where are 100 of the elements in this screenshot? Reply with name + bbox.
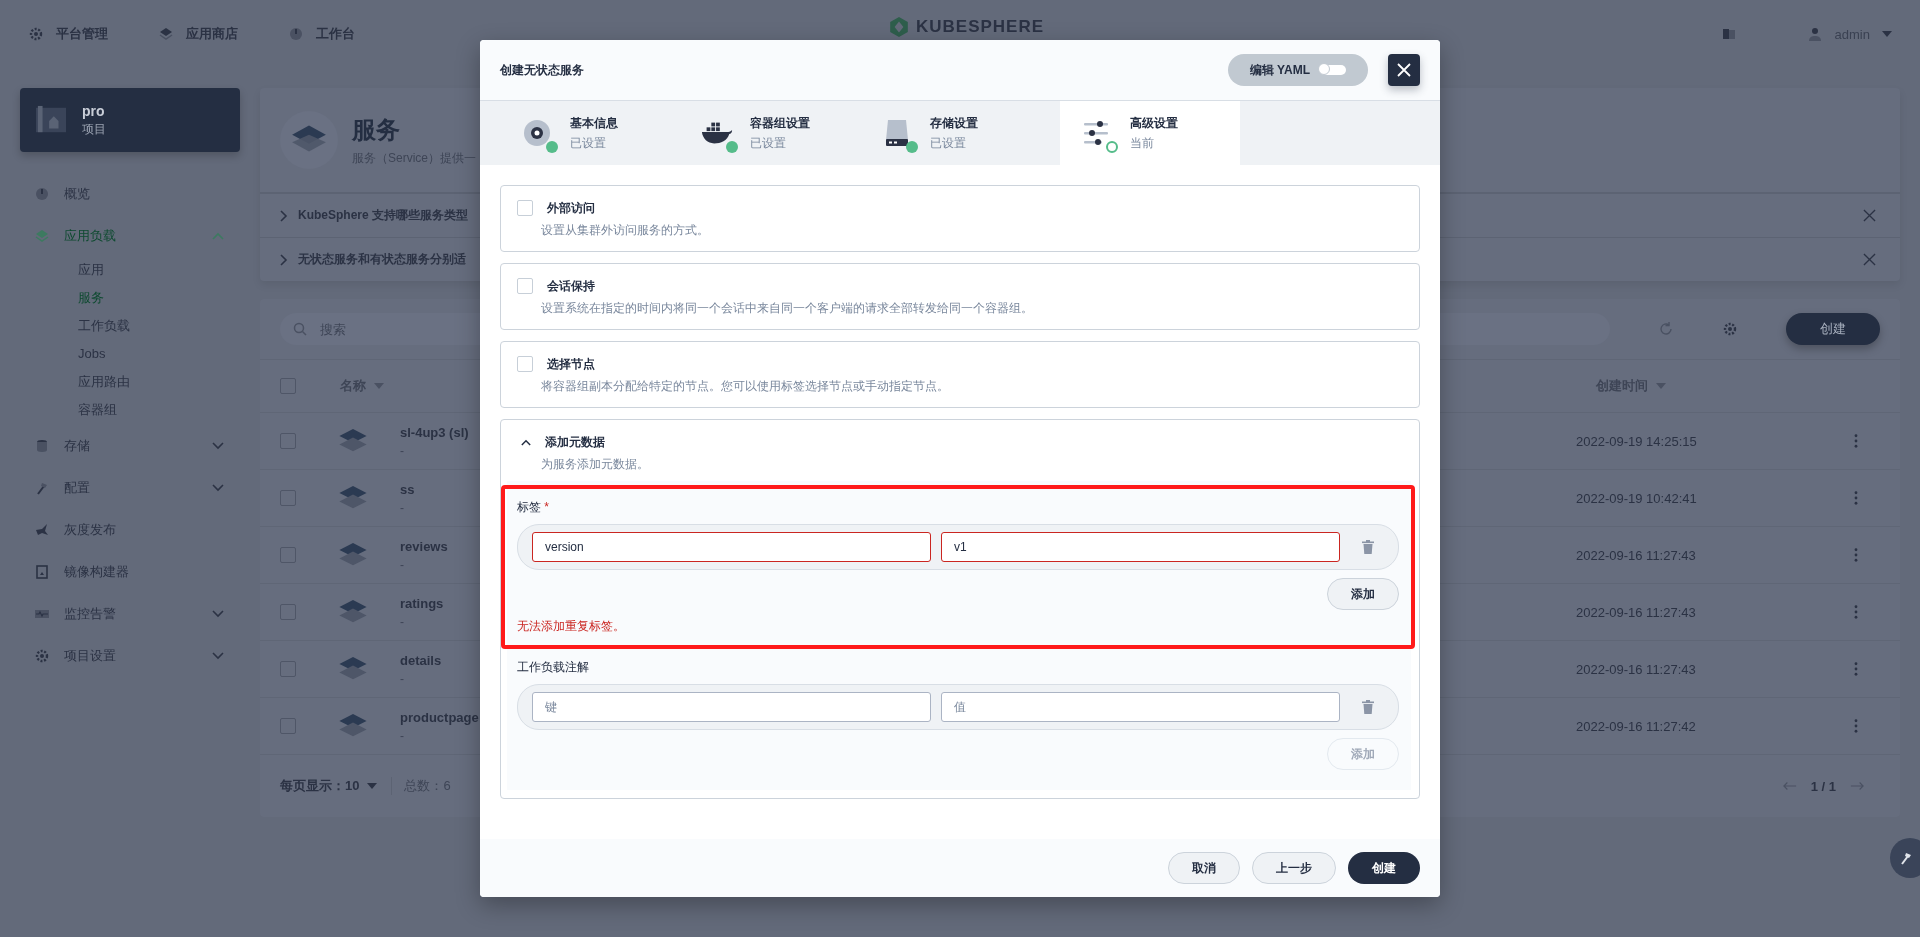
- option-title: 外部访问: [547, 199, 595, 217]
- delete-icon[interactable]: [1362, 700, 1374, 714]
- more-menu-icon[interactable]: [1854, 662, 1858, 676]
- submit-button[interactable]: 创建: [1348, 852, 1420, 884]
- table-cell-text: 2022-09-16 11:27:42: [1576, 718, 1697, 734]
- sidebar-item[interactable]: 应用负载: [20, 216, 240, 256]
- table-cell-text: 2022-09-16 11:27:43: [1576, 661, 1697, 677]
- page-title: 服务: [352, 114, 401, 145]
- more-menu-icon[interactable]: [1854, 434, 1858, 448]
- step-tab[interactable]: 存储设置 已设置: [880, 101, 1060, 165]
- step-title: 基本信息: [570, 114, 618, 132]
- error-message: 无法添加重复标签。: [517, 618, 626, 635]
- create-button[interactable]: 创建: [1786, 313, 1880, 345]
- service-description: -: [400, 671, 405, 686]
- service-description: -: [400, 614, 405, 629]
- chevron-down-icon: [212, 610, 224, 618]
- sidebar-subitem[interactable]: Jobs: [20, 340, 240, 368]
- top-nav-link[interactable]: 平台管理: [28, 25, 108, 43]
- option-checkbox[interactable]: [517, 200, 533, 216]
- value-field[interactable]: v1: [941, 532, 1340, 562]
- option-description: 设置从集群外访问服务的方式。: [540, 222, 710, 239]
- service-name[interactable]: sl-4up3 (sl): [400, 424, 469, 440]
- step-status: 当前: [1130, 134, 1155, 152]
- project-name: pro: [82, 102, 106, 119]
- close-icon[interactable]: [1863, 209, 1876, 222]
- service-name[interactable]: reviews: [400, 538, 448, 554]
- close-icon[interactable]: [1863, 253, 1876, 266]
- settings-icon[interactable]: [1722, 321, 1738, 337]
- bird-icon: [34, 522, 50, 538]
- previous-page-icon[interactable]: [1782, 781, 1797, 791]
- book-icon[interactable]: [1720, 26, 1737, 42]
- database-icon: [34, 438, 50, 454]
- option-checkbox[interactable]: [517, 356, 533, 372]
- field-label: 标签 *: [517, 499, 550, 516]
- user-icon: [1806, 26, 1823, 42]
- chevron-down-icon: [212, 442, 224, 450]
- service-name[interactable]: ratings: [400, 595, 444, 611]
- option-title: 会话保持: [547, 277, 595, 295]
- status-dot: [726, 141, 738, 153]
- project-type: 项目: [82, 120, 106, 138]
- more-menu-icon[interactable]: [1854, 719, 1858, 733]
- close-icon: [1397, 63, 1411, 77]
- field-label: 工作负载注解: [517, 659, 590, 676]
- image-icon: [34, 564, 50, 580]
- logo[interactable]: KUBESPHERE: [888, 16, 1045, 38]
- more-menu-icon[interactable]: [1854, 491, 1858, 505]
- chevron-down-icon: [212, 484, 224, 492]
- service-name[interactable]: productpage: [400, 709, 479, 725]
- section-header[interactable]: 添加元数据: [517, 432, 1403, 452]
- option-description: 将容器组副本分配给特定的节点。您可以使用标签选择节点或手动指定节点。: [540, 378, 950, 395]
- gear-icon: [34, 648, 50, 664]
- more-menu-icon[interactable]: [1854, 548, 1858, 562]
- dialog-button[interactable]: 上一步: [1252, 852, 1336, 884]
- table-cell-text: 2022-09-16 11:27:43: [1576, 547, 1697, 563]
- option-checkbox[interactable]: [517, 278, 533, 294]
- step-title: 容器组设置: [750, 114, 810, 132]
- step-status: 已设置: [750, 134, 787, 152]
- add-button[interactable]: 添加: [1327, 578, 1399, 610]
- next-page-icon[interactable]: [1850, 781, 1864, 791]
- hammer-icon: [1898, 850, 1914, 866]
- dial-icon: [288, 26, 304, 42]
- table-cell-text: 2022-09-19 14:25:15: [1576, 433, 1698, 449]
- step-status: 已设置: [570, 134, 607, 152]
- delete-icon[interactable]: [1362, 540, 1374, 554]
- close-button[interactable]: [1388, 54, 1420, 86]
- value-field[interactable]: 值: [941, 692, 1340, 722]
- step-title: 高级设置: [1130, 114, 1178, 132]
- gear-icon: [28, 26, 44, 42]
- top-nav-link[interactable]: 应用商店: [158, 25, 238, 43]
- faq-question: KubeSphere 支持哪些服务类型: [298, 207, 468, 224]
- dial-icon: [34, 186, 50, 202]
- step-tab[interactable]: 基本信息 已设置: [520, 101, 700, 165]
- sidebar-item[interactable]: 存储: [20, 426, 240, 466]
- dialog-button[interactable]: 取消: [1168, 852, 1240, 884]
- top-nav-link[interactable]: 工作台: [288, 25, 355, 43]
- hammer-icon: [34, 480, 50, 496]
- service-name[interactable]: ss: [400, 481, 415, 497]
- edit-yaml-toggle[interactable]: 编辑 YAML: [1227, 54, 1368, 86]
- key-field[interactable]: 键: [532, 692, 931, 722]
- chevron-up-icon: [212, 232, 224, 240]
- chevron-right-icon: [280, 209, 288, 222]
- logo-text: KUBESPHERE: [916, 16, 1045, 38]
- sidebar-subitem[interactable]: 服务: [20, 284, 240, 312]
- option-title: 选择节点: [547, 355, 595, 373]
- chevron-down-icon: [212, 652, 224, 660]
- key-field[interactable]: version: [532, 532, 931, 562]
- step-tab[interactable]: 高级设置 当前: [1060, 101, 1240, 165]
- page-size-select[interactable]: 每页显示：10: [280, 777, 378, 795]
- refresh-icon[interactable]: [1658, 321, 1674, 337]
- section-description: 为服务添加元数据。: [540, 456, 650, 473]
- service-name[interactable]: details: [400, 652, 442, 668]
- project-icon: [36, 105, 66, 135]
- project-card[interactable]: pro 项目: [20, 88, 240, 152]
- help-button[interactable]: [1890, 838, 1920, 878]
- step-title: 存储设置: [930, 114, 978, 132]
- layers-icon: [158, 26, 174, 42]
- table-cell-text: 2022-09-16 11:27:43: [1576, 604, 1697, 620]
- step-tab[interactable]: 容器组设置 已设置: [700, 101, 880, 165]
- more-menu-icon[interactable]: [1854, 605, 1858, 619]
- caret-icon: [1882, 31, 1892, 37]
